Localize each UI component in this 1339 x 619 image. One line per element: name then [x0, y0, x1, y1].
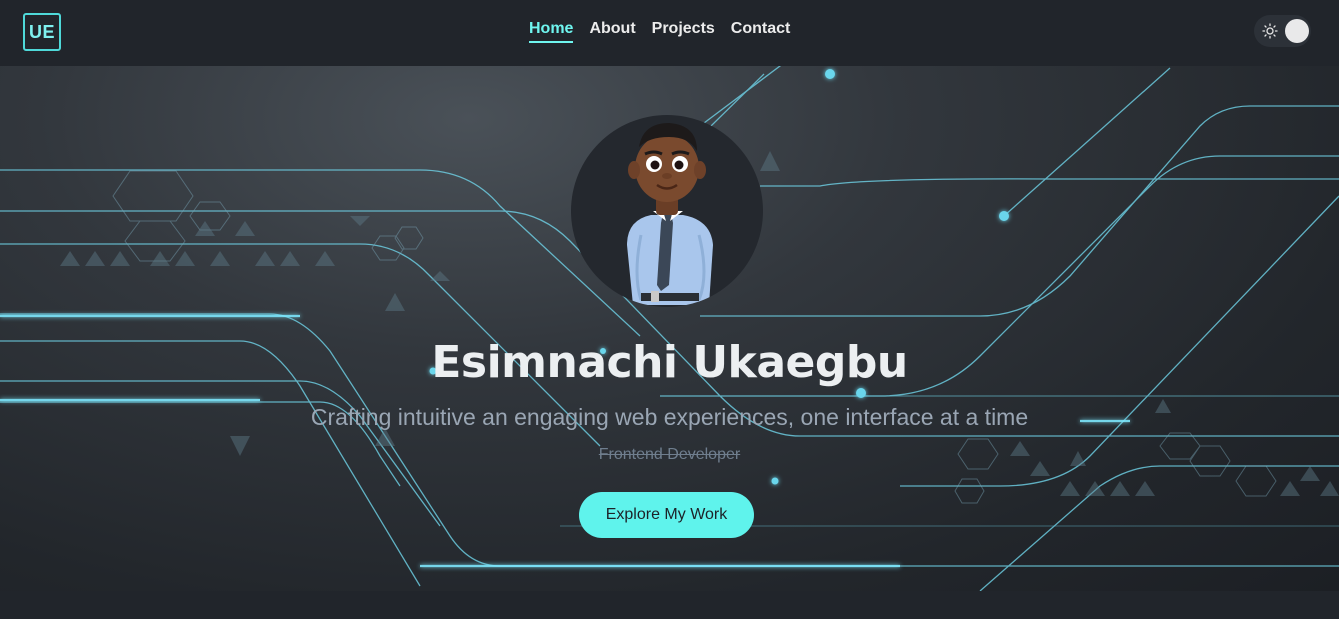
theme-toggle[interactable]	[1254, 15, 1311, 47]
avatar	[571, 115, 763, 307]
hero-section: Esimnachi Ukaegbu Crafting intuitive an …	[0, 66, 1339, 591]
toggle-knob	[1285, 19, 1309, 43]
logo[interactable]: UE	[23, 13, 61, 51]
explore-work-button[interactable]: Explore My Work	[579, 492, 754, 538]
hero-tagline: Crafting intuitive an engaging web exper…	[310, 404, 1029, 430]
sun-icon	[1262, 23, 1278, 39]
3d-avatar-icon	[627, 123, 713, 305]
main-nav: Home About Projects Contact	[529, 20, 790, 43]
nav-link-home[interactable]: Home	[529, 20, 574, 43]
hero-role: Frontend Developer	[598, 446, 741, 463]
section-divider	[0, 591, 1339, 619]
navbar: UE Home About Projects Contact	[0, 0, 1339, 66]
nav-link-projects[interactable]: Projects	[652, 20, 715, 43]
nav-link-contact[interactable]: Contact	[731, 20, 791, 43]
nav-link-about[interactable]: About	[589, 20, 635, 43]
hero-name: Esimnachi Ukaegbu	[431, 337, 908, 388]
